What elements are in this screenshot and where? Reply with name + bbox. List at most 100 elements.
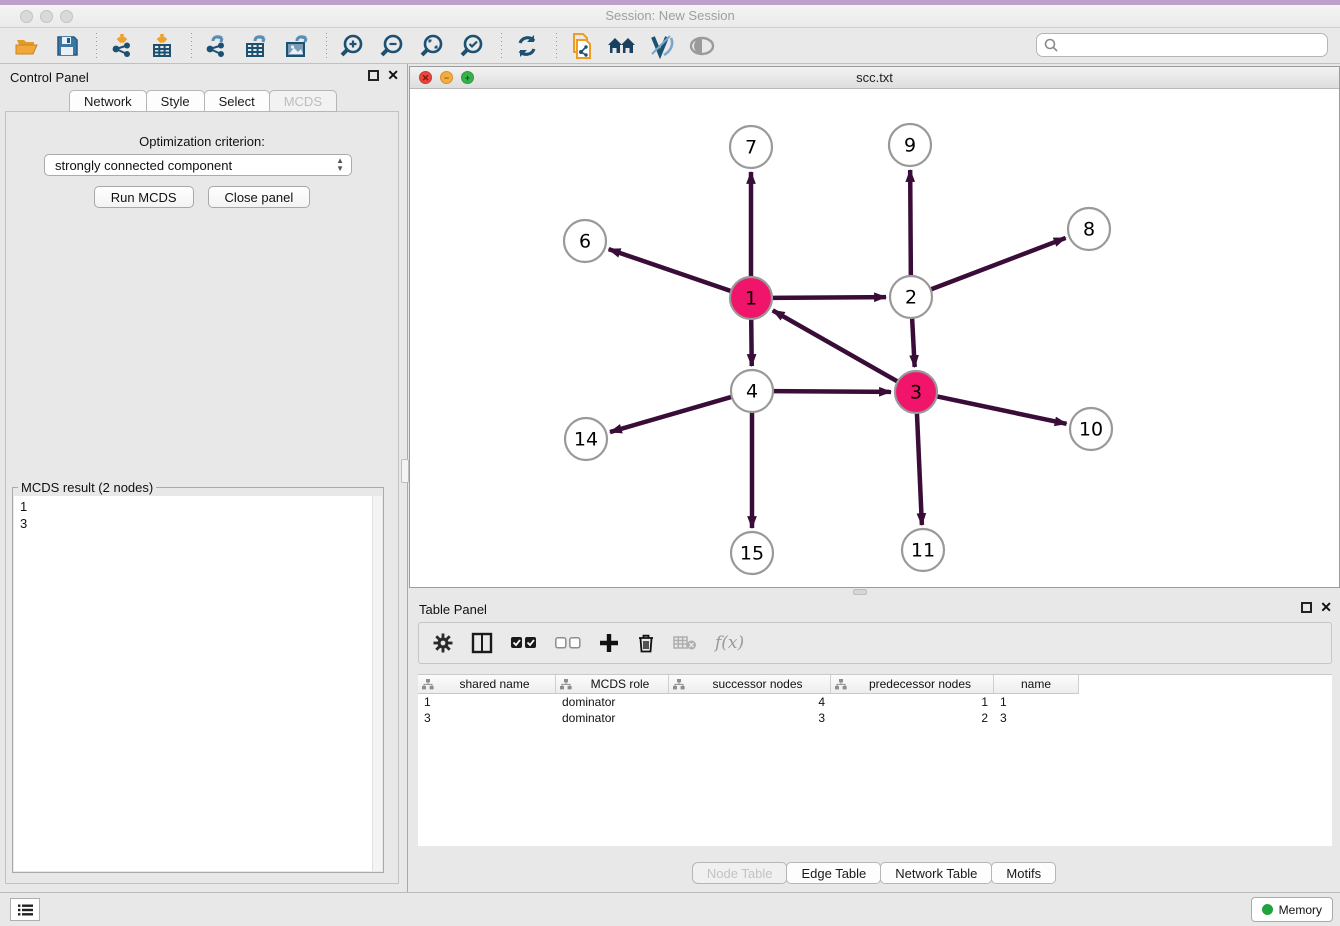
zoom-fit-icon[interactable]	[417, 32, 447, 60]
task-history-button[interactable]	[10, 898, 40, 921]
cell-predecessor-nodes[interactable]: 1	[831, 694, 994, 710]
save-session-icon[interactable]	[52, 32, 82, 60]
cell-name[interactable]: 3	[994, 710, 1079, 726]
tab-network[interactable]: Network	[69, 90, 147, 112]
hierarchy-icon	[560, 679, 572, 690]
edge-2-9[interactable]	[910, 170, 911, 276]
show-graphics-eye-icon[interactable]	[687, 32, 717, 60]
graph-node-label-14: 14	[574, 429, 598, 451]
graph-node-label-10: 10	[1079, 419, 1103, 441]
mcds-result-scrollbar[interactable]	[372, 496, 382, 871]
node-table-header: shared name MCDS rolesuccessor nodesprede…	[418, 675, 1332, 694]
table-row-0[interactable]: 1dominator411	[418, 694, 1332, 710]
fx-label: f(x)	[715, 633, 744, 653]
table-row-1[interactable]: 3dominator323	[418, 710, 1332, 726]
edge-3-10[interactable]	[937, 396, 1067, 423]
toolbar-separator	[556, 33, 557, 59]
cell-successor-nodes[interactable]: 4	[669, 694, 831, 710]
column-header-label: shared name	[434, 677, 555, 691]
add-column-plus-icon[interactable]	[599, 633, 619, 653]
delete-column-trash-icon[interactable]	[637, 633, 655, 653]
column-header-successor-nodes[interactable]: successor nodes	[669, 675, 831, 694]
select-all-checkboxes-icon[interactable]	[511, 637, 537, 649]
column-header-MCDS-role[interactable]: MCDS role	[556, 675, 669, 694]
tab-style[interactable]: Style	[146, 90, 205, 112]
network-window: ✕ − + scc.txt 7968124314101511	[409, 66, 1340, 588]
column-header-predecessor-nodes[interactable]: predecessor nodes	[831, 675, 994, 694]
import-table-icon[interactable]	[147, 32, 177, 60]
tab-motifs[interactable]: Motifs	[991, 862, 1056, 884]
edge-3-1[interactable]	[773, 310, 898, 381]
open-file-icon[interactable]	[12, 32, 42, 60]
zoom-selected-icon[interactable]	[457, 32, 487, 60]
edge-3-11[interactable]	[917, 413, 922, 525]
zoom-in-icon[interactable]	[337, 32, 367, 60]
column-settings-gear-icon[interactable]	[433, 633, 453, 653]
run-mcds-button[interactable]: Run MCDS	[94, 186, 194, 208]
table-panel-float-icon[interactable]	[1301, 602, 1312, 613]
home-pair-icon[interactable]	[607, 32, 637, 60]
column-header-name[interactable]: name	[994, 675, 1079, 694]
control-panel-close-icon[interactable]: ✕	[387, 70, 399, 81]
control-panel-tabs: NetworkStyleSelectMCDS	[0, 90, 407, 112]
tab-select[interactable]: Select	[204, 90, 270, 112]
horizontal-splitter-handle[interactable]	[853, 589, 867, 595]
mcds-result-title: MCDS result (2 nodes)	[18, 480, 156, 495]
tab-edge-table[interactable]: Edge Table	[786, 862, 881, 884]
close-panel-button[interactable]: Close panel	[208, 186, 311, 208]
refresh-layout-icon[interactable]	[512, 32, 542, 60]
cell-name[interactable]: 1	[994, 694, 1079, 710]
cell-shared-name[interactable]: 3	[418, 710, 556, 726]
graph-node-label-8: 8	[1083, 219, 1095, 241]
edge-1-6[interactable]	[609, 249, 731, 291]
export-image-icon[interactable]	[282, 32, 312, 60]
cell-MCDS-role[interactable]: dominator	[556, 710, 669, 726]
clear-checkboxes-icon[interactable]	[555, 637, 581, 649]
vizmapper-icon[interactable]	[647, 32, 677, 60]
mcds-tab-content: Optimization criterion: strongly connect…	[5, 111, 399, 884]
network-canvas[interactable]: 7968124314101511	[410, 89, 1339, 587]
network-window-title: scc.txt	[410, 70, 1339, 85]
window-title: Session: New Session	[0, 8, 1340, 23]
cell-successor-nodes[interactable]: 3	[669, 710, 831, 726]
cell-shared-name[interactable]: 1	[418, 694, 556, 710]
memory-button[interactable]: Memory	[1251, 897, 1333, 922]
edge-2-3[interactable]	[912, 318, 915, 367]
horizontal-splitter[interactable]	[409, 588, 1340, 596]
edge-4-3[interactable]	[773, 391, 891, 392]
control-panel-title: Control Panel	[10, 70, 89, 85]
clone-network-icon[interactable]	[567, 32, 597, 60]
column-header-label: MCDS role	[572, 677, 668, 691]
mcds-result-text[interactable]: 1 3	[14, 496, 372, 871]
network-window-titlebar: ✕ − + scc.txt	[410, 67, 1339, 89]
tab-network-table[interactable]: Network Table	[880, 862, 992, 884]
tab-mcds[interactable]: MCDS	[269, 90, 337, 112]
zoom-out-icon[interactable]	[377, 32, 407, 60]
function-builder-icon: f(x)	[715, 633, 744, 653]
cell-MCDS-role[interactable]: dominator	[556, 694, 669, 710]
tab-node-table[interactable]: Node Table	[692, 862, 788, 884]
graph-node-label-9: 9	[904, 135, 916, 157]
edge-1-2[interactable]	[772, 297, 886, 298]
vertical-splitter-handle[interactable]	[401, 459, 409, 483]
memory-label: Memory	[1279, 903, 1322, 917]
export-table-icon[interactable]	[242, 32, 272, 60]
split-view-icon[interactable]	[471, 632, 493, 654]
status-bar: Memory	[0, 892, 1340, 926]
edge-4-14[interactable]	[610, 397, 732, 432]
import-network-icon[interactable]	[107, 32, 137, 60]
control-panel: Control Panel ✕ NetworkStyleSelectMCDS O…	[0, 64, 408, 892]
table-panel-close-icon[interactable]: ✕	[1320, 602, 1332, 613]
edge-2-8[interactable]	[931, 238, 1066, 290]
export-network-icon[interactable]	[202, 32, 232, 60]
search-box[interactable]	[1036, 33, 1328, 57]
table-panel: Table Panel ✕	[409, 596, 1340, 892]
search-input[interactable]	[1059, 38, 1327, 52]
mcds-result-group: MCDS result (2 nodes) 1 3	[12, 487, 384, 873]
optimization-criterion-select[interactable]: strongly connected component ▲▼	[44, 154, 352, 176]
hierarchy-icon	[673, 679, 685, 690]
control-panel-float-icon[interactable]	[368, 70, 379, 81]
edge-1-4[interactable]	[751, 319, 752, 366]
cell-predecessor-nodes[interactable]: 2	[831, 710, 994, 726]
column-header-shared-name[interactable]: shared name	[418, 675, 556, 694]
